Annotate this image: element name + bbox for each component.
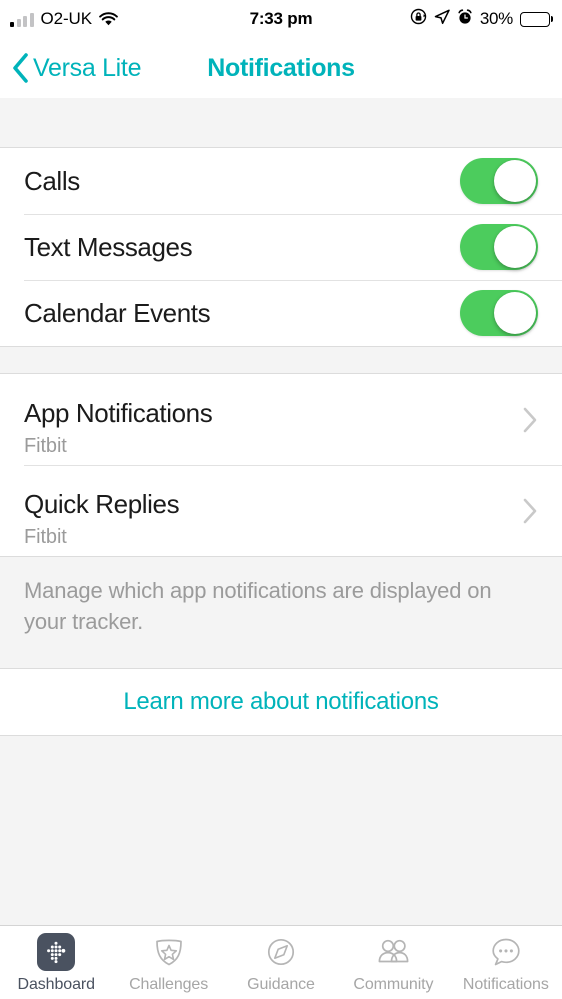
section-footer-note: Manage which app notifications are displ… <box>0 556 562 669</box>
fitbit-dots-icon <box>36 932 76 972</box>
row-quick-replies[interactable]: Quick Replies Fitbit <box>0 465 562 556</box>
row-subtitle: Fitbit <box>24 435 212 458</box>
row-label: Calls <box>24 166 80 197</box>
people-icon <box>373 932 413 972</box>
notification-links-section: App Notifications Fitbit Quick Replies F… <box>0 374 562 556</box>
section-spacer <box>0 346 562 374</box>
row-title: App Notifications <box>24 398 212 429</box>
nav-header: Versa Lite Notifications <box>0 38 562 98</box>
tab-bar: Dashboard Challenges Guidance <box>0 925 562 999</box>
row-calendar-events[interactable]: Calendar Events <box>0 280 562 346</box>
status-bar-left: O2-UK <box>10 9 118 29</box>
back-button-label: Versa Lite <box>33 54 141 83</box>
status-bar: O2-UK 7:33 pm <box>0 0 562 38</box>
learn-more-link[interactable]: Learn more about notifications <box>123 688 438 716</box>
alarm-clock-icon <box>457 9 473 30</box>
tab-label: Challenges <box>129 976 208 994</box>
star-shield-icon <box>149 932 189 972</box>
toggle-text-messages[interactable] <box>460 224 538 270</box>
row-subtitle: Fitbit <box>24 526 179 549</box>
rotation-lock-icon <box>410 8 427 30</box>
toggle-calendar-events[interactable] <box>460 290 538 336</box>
settings-content: Calls Text Messages Calendar Events App … <box>0 98 562 925</box>
app-screen: O2-UK 7:33 pm <box>0 0 562 999</box>
back-chevron-icon <box>12 53 29 83</box>
status-bar-right: 30% <box>410 8 550 30</box>
carrier-label: O2-UK <box>41 9 92 29</box>
row-title: Quick Replies <box>24 489 179 520</box>
note-text: Manage which app notifications are displ… <box>24 575 524 637</box>
tab-dashboard[interactable]: Dashboard <box>0 926 112 999</box>
speech-bubble-icon <box>486 932 526 972</box>
tab-label: Community <box>353 976 433 994</box>
tab-community[interactable]: Community <box>337 926 449 999</box>
toggle-calls[interactable] <box>460 158 538 204</box>
signal-bars-icon <box>10 12 34 27</box>
battery-icon <box>520 12 550 27</box>
bottom-filler <box>0 736 562 925</box>
compass-icon <box>261 932 301 972</box>
top-spacer <box>0 98 562 148</box>
battery-percent-label: 30% <box>480 9 513 29</box>
tab-label: Guidance <box>247 976 315 994</box>
row-app-notifications[interactable]: App Notifications Fitbit <box>0 374 562 465</box>
wifi-icon <box>99 12 118 27</box>
row-label: Text Messages <box>24 232 192 263</box>
tab-label: Notifications <box>463 976 549 994</box>
back-button[interactable]: Versa Lite <box>12 53 141 83</box>
row-calls[interactable]: Calls <box>0 148 562 214</box>
tab-notifications[interactable]: Notifications <box>450 926 562 999</box>
notification-toggles-section: Calls Text Messages Calendar Events <box>0 148 562 346</box>
tab-guidance[interactable]: Guidance <box>225 926 337 999</box>
tab-challenges[interactable]: Challenges <box>112 926 224 999</box>
row-text-messages[interactable]: Text Messages <box>0 214 562 280</box>
row-label: Calendar Events <box>24 298 210 329</box>
location-arrow-icon <box>434 9 450 30</box>
tab-label: Dashboard <box>18 976 95 994</box>
learn-more-row[interactable]: Learn more about notifications <box>0 669 562 736</box>
